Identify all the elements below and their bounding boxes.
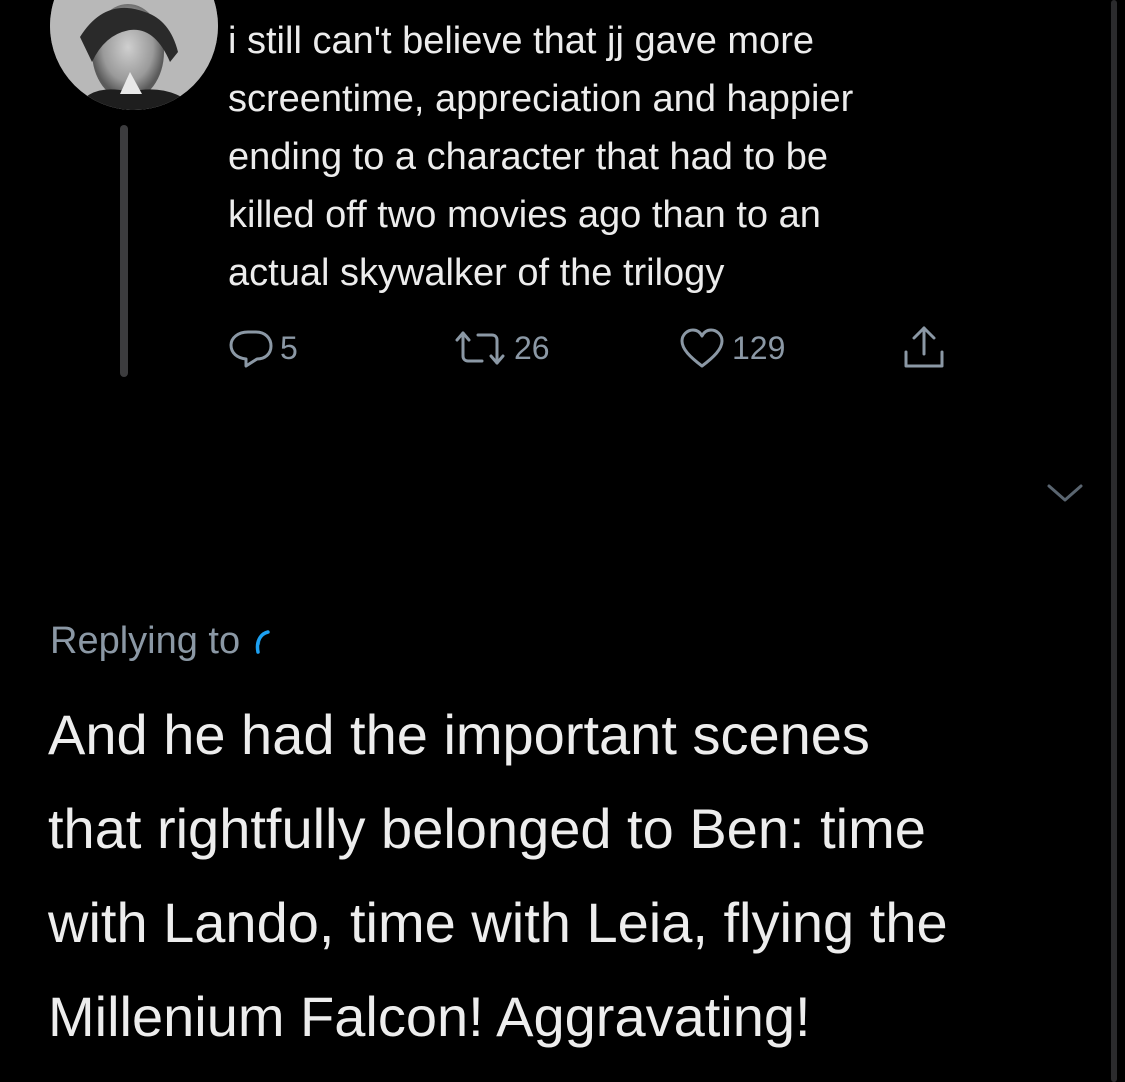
reply-count: 5 — [280, 329, 298, 366]
retweet-icon — [455, 331, 505, 365]
replying-to-label: Replying to — [50, 620, 241, 662]
like-button[interactable]: 129 — [678, 324, 785, 372]
mention-handle[interactable] — [250, 626, 274, 656]
retweet-count: 26 — [514, 329, 550, 366]
heart-icon — [680, 328, 724, 368]
replying-to: Replying to — [50, 615, 274, 667]
share-button[interactable] — [900, 324, 948, 372]
avatar[interactable] — [50, 0, 218, 110]
share-icon — [904, 326, 944, 368]
reply-icon — [229, 330, 273, 368]
reply-button[interactable]: 5 — [228, 324, 298, 372]
parent-tweet-text: i still can't believe that jj gave more … — [228, 20, 854, 294]
scrollbar[interactable] — [1111, 0, 1117, 1082]
thread-line — [120, 125, 128, 377]
reply-tweet-text: And he had the important scenes that rig… — [48, 703, 948, 1048]
avatar-photo — [50, 0, 218, 110]
chevron-down-icon[interactable] — [1045, 478, 1085, 508]
retweet-button[interactable]: 26 — [452, 324, 550, 372]
like-count: 129 — [732, 329, 786, 366]
